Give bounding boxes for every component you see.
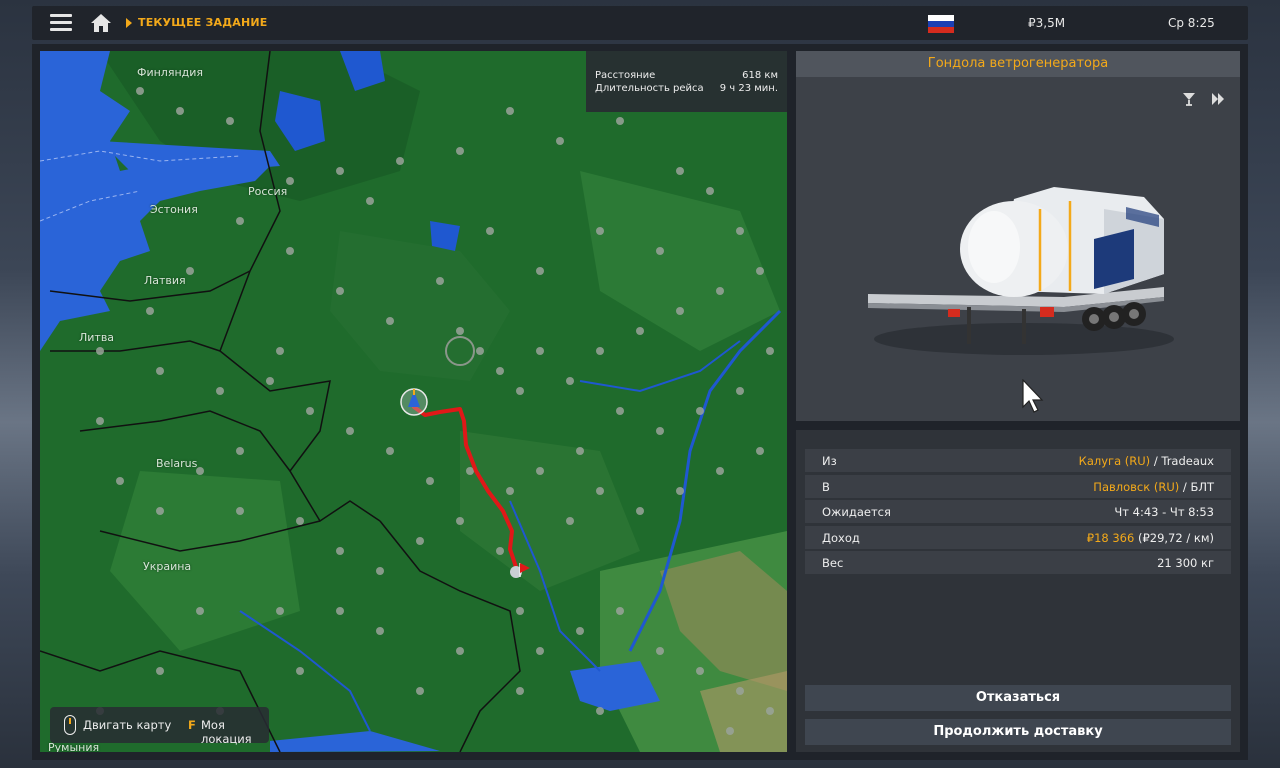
- income-label: Доход: [822, 531, 860, 545]
- distance-value: 618 км: [742, 70, 778, 81]
- continue-delivery-button[interactable]: Продолжить доставку: [805, 719, 1231, 745]
- fast-forward-icon[interactable]: [1209, 91, 1225, 107]
- money-display: ₽3,5M: [1028, 16, 1066, 30]
- info-row-expected: Ожидается Чт 4:43 - Чт 8:53: [805, 500, 1231, 523]
- info-row-from: Из Калуга (RU) / Tradeaux: [805, 449, 1231, 472]
- income-per-km: (₽29,72 / км): [1134, 531, 1214, 545]
- breadcrumb-arrow-icon: [126, 18, 132, 28]
- expected-label: Ожидается: [822, 505, 891, 519]
- weight-label: Вес: [822, 556, 844, 570]
- label-latvia: Латвия: [144, 274, 186, 287]
- income-amount: ₽18 366: [1086, 531, 1135, 545]
- label-belarus: Belarus: [156, 457, 198, 470]
- info-row-income: Доход ₽18 366 (₽29,72 / км): [805, 526, 1231, 549]
- move-map-hint: Двигать карту: [83, 718, 172, 732]
- top-bar: ТЕКУЩЕЕ ЗАДАНИЕ ₽3,5M Ср 8:25: [32, 6, 1248, 40]
- distance-label: Расстояние: [595, 70, 656, 81]
- weight-value: 21 300 кг: [1157, 556, 1214, 570]
- duration-value: 9 ч 23 мин.: [719, 83, 778, 94]
- label-ukraine: Украина: [143, 560, 192, 573]
- from-company: Tradeaux: [1161, 454, 1214, 468]
- duration-label: Длительность рейса: [595, 83, 704, 94]
- label-russia: Россия: [248, 185, 288, 198]
- my-location-hint[interactable]: Моя локация: [201, 718, 269, 746]
- label-finland: Финляндия: [137, 66, 204, 79]
- route-map[interactable]: Финляндия Россия Эстония Латвия Литва Be…: [40, 51, 787, 752]
- map-controls-hint: Двигать карту F Моя локация: [50, 707, 269, 746]
- cargo-title: Гондола ветрогенератора: [796, 51, 1240, 77]
- russia-flag-icon: [928, 15, 954, 33]
- from-separator: /: [1150, 454, 1162, 468]
- info-row-weight: Вес 21 300 кг: [805, 551, 1231, 574]
- label-estonia: Эстония: [150, 203, 198, 216]
- home-icon[interactable]: [90, 13, 112, 33]
- decline-button[interactable]: Отказаться: [805, 685, 1231, 711]
- to-label: В: [822, 480, 830, 494]
- from-value: Калуга (RU) / Tradeaux: [1079, 454, 1214, 468]
- map-canvas[interactable]: [40, 51, 787, 752]
- menu-icon[interactable]: [50, 14, 72, 32]
- info-row-to: В Павловск (RU) / БЛТ: [805, 475, 1231, 498]
- cocktail-icon[interactable]: [1181, 91, 1197, 107]
- from-label: Из: [822, 454, 837, 468]
- expected-value: Чт 4:43 - Чт 8:53: [1114, 505, 1214, 519]
- breadcrumb: ТЕКУЩЕЕ ЗАДАНИЕ: [138, 16, 268, 29]
- from-city: Калуга (RU): [1078, 454, 1151, 468]
- game-clock: Ср 8:25: [1168, 16, 1215, 30]
- label-lithuania: Литва: [79, 331, 115, 344]
- to-city: Павловск (RU): [1093, 480, 1180, 494]
- to-value: Павловск (RU) / БЛТ: [1093, 480, 1214, 494]
- route-info-box: Расстояние 618 км Длительность рейса 9 ч…: [586, 51, 787, 112]
- mouse-cursor-icon: [1022, 379, 1044, 413]
- job-info-panel: Из Калуга (RU) / Tradeaux В Павловск (RU…: [796, 430, 1240, 752]
- cargo-preview-panel: Гондола ветрогенератора: [796, 51, 1240, 421]
- mouse-icon: [64, 715, 76, 735]
- location-key: F: [188, 718, 196, 732]
- trailer-preview-image: [868, 187, 1174, 355]
- income-value: ₽18 366 (₽29,72 / км): [1087, 531, 1214, 545]
- to-company: БЛТ: [1190, 480, 1214, 494]
- to-separator: /: [1179, 480, 1191, 494]
